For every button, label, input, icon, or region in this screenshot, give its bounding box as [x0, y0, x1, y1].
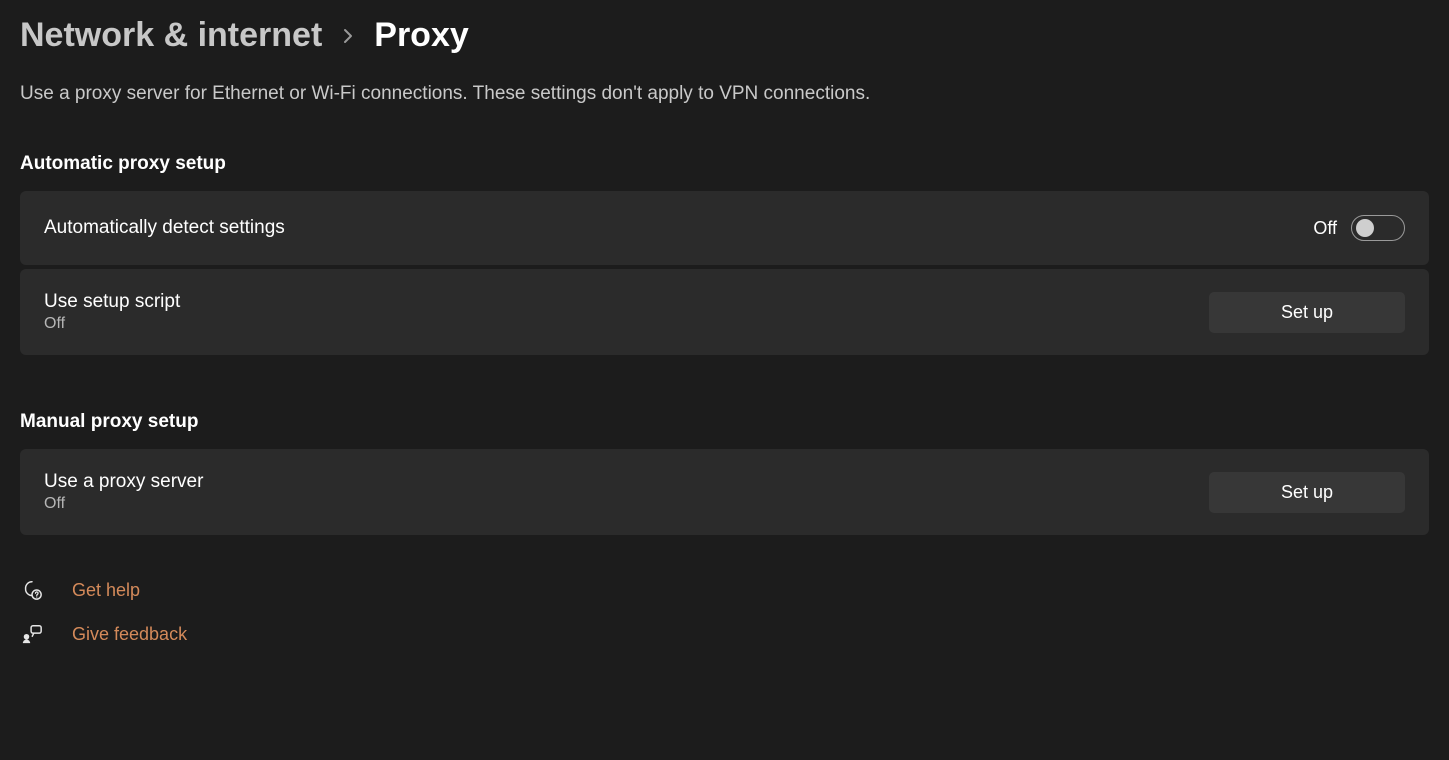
setup-script-button[interactable]: Set up	[1209, 292, 1405, 333]
row-proxy-server: Use a proxy server Off Set up	[20, 449, 1429, 535]
row-setup-script: Use setup script Off Set up	[20, 269, 1429, 355]
get-help-link[interactable]: Get help	[20, 579, 1429, 601]
breadcrumb: Network & internet Proxy	[20, 16, 1429, 55]
footer-links: Get help Give feedback	[20, 579, 1429, 645]
setup-script-status: Off	[44, 315, 180, 333]
page-description: Use a proxy server for Ethernet or Wi-Fi…	[20, 83, 1429, 105]
chevron-right-icon	[340, 28, 356, 44]
get-help-label: Get help	[72, 580, 140, 601]
page-title: Proxy	[374, 16, 469, 55]
toggle-knob	[1356, 219, 1374, 237]
feedback-icon	[20, 623, 44, 645]
breadcrumb-parent-link[interactable]: Network & internet	[20, 16, 322, 55]
row-auto-detect: Automatically detect settings Off	[20, 191, 1429, 265]
proxy-server-label: Use a proxy server	[44, 471, 203, 493]
auto-detect-state: Off	[1313, 218, 1337, 239]
proxy-server-status: Off	[44, 495, 203, 513]
setup-script-label: Use setup script	[44, 291, 180, 313]
auto-detect-label: Automatically detect settings	[44, 217, 285, 239]
auto-detect-toggle[interactable]	[1351, 215, 1405, 241]
help-icon	[20, 579, 44, 601]
section-title-automatic: Automatic proxy setup	[20, 153, 1429, 175]
proxy-server-setup-button[interactable]: Set up	[1209, 472, 1405, 513]
give-feedback-link[interactable]: Give feedback	[20, 623, 1429, 645]
give-feedback-label: Give feedback	[72, 624, 187, 645]
section-title-manual: Manual proxy setup	[20, 411, 1429, 433]
